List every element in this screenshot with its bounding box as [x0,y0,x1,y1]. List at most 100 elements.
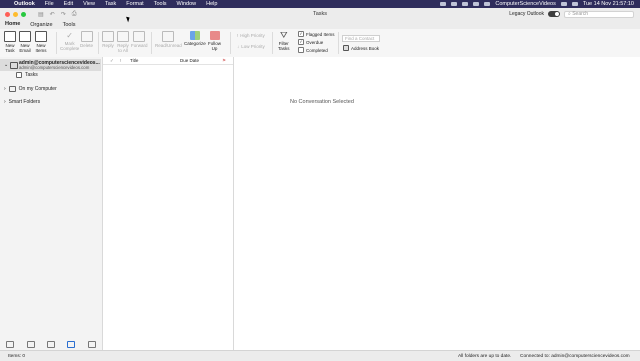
ribbon-divider [338,32,339,54]
search-icon[interactable] [560,2,567,6]
battery-icon[interactable] [484,2,491,6]
menu-app-name[interactable]: Outlook [14,1,35,7]
priority-column-icon[interactable]: ! [120,58,121,63]
quick-access-toolbar: ▤ ↶ ↷ ⎙ [38,11,77,18]
tasks-icon[interactable] [67,341,76,348]
column-due-date[interactable]: Due Date [180,58,199,63]
close-window-button[interactable] [5,11,10,17]
low-priority-icon: ↓ [237,44,240,49]
categorize-button[interactable]: Categorize [184,31,206,46]
sidebar-item-tasks[interactable]: Tasks [16,72,38,78]
new-task-button[interactable]: New Task [4,31,16,53]
address-book-label: Address Book [351,45,380,51]
sync-status: All folders are up to date. [458,353,512,359]
cloud-icon[interactable] [462,2,469,6]
chevron-right-icon[interactable]: › [4,99,6,105]
flag-column-icon[interactable]: ⚑ [222,58,226,64]
read-unread-button[interactable]: Read/Unread [155,31,182,48]
column-title[interactable]: Title [130,58,138,63]
undo-icon[interactable]: ↶ [50,11,55,18]
delete-button[interactable]: Delete [80,31,93,48]
legacy-outlook-switch: Legacy Outlook ⌕ Search [509,10,640,18]
reading-pane: No Conversation Selected [234,57,640,350]
folder-sidebar: ⌄ admin@computersciencevideos... admin@c… [0,57,103,350]
people-icon[interactable] [46,341,55,348]
zoom-window-button[interactable] [21,11,26,17]
mark-complete-button[interactable]: ✓ Mark Complete [60,31,79,51]
forward-label: Forward [131,43,148,48]
ribbon-divider [151,32,152,54]
chevron-right-icon[interactable]: › [4,86,6,92]
menu-format[interactable]: Format [126,1,143,7]
forward-button[interactable]: Forward [131,31,148,48]
menu-status-text[interactable]: ComputerScienceVideos [495,1,555,7]
search-field[interactable]: ⌕ Search [564,10,634,18]
menu-task[interactable]: Task [105,1,116,7]
flagged-items-label: Flagged Items [306,31,335,37]
tasks-folder-icon [16,72,22,78]
funnel-icon: ⛛ [279,30,288,40]
mark-complete-label: Mark Complete [60,41,80,51]
sidebar-item-label: Tasks [25,72,38,78]
complete-column-icon[interactable]: ✓ [110,58,114,64]
status-icon[interactable] [451,2,458,6]
completed-checkbox[interactable]: Completed [298,47,328,53]
reply-all-label: Reply to All [117,43,129,53]
tab-home[interactable]: Home [0,20,26,30]
overdue-checkbox[interactable]: ✓ Overdue [298,39,323,45]
sidebar-item-on-my-computer[interactable]: › On my Computer [4,86,57,92]
new-task-label: New Task [5,43,15,53]
reply-button[interactable]: Reply [102,31,114,48]
low-priority-button[interactable]: ↓ Low Priority [237,44,265,49]
menu-help[interactable]: Help [206,1,217,7]
minimize-window-button[interactable] [13,11,18,17]
address-book-icon [343,45,349,51]
address-book-button[interactable]: Address Book [343,45,379,51]
print-icon[interactable]: ⎙ [72,11,77,18]
ribbon-divider [272,32,273,54]
window-controls [0,11,26,17]
sidebar-item-smart-folders[interactable]: › Smart Folders [4,99,40,105]
notes-icon[interactable] [87,341,96,348]
sidebar-toggle-icon[interactable]: ▤ [38,11,44,18]
control-center-icon[interactable] [571,2,578,6]
tab-tools[interactable]: Tools [58,20,81,29]
filter-tasks-button[interactable]: ⛛ Filter Tasks [278,30,290,52]
reply-all-icon [117,31,129,42]
ribbon-divider [56,32,57,54]
menu-tools[interactable]: Tools [154,1,167,7]
menu-window[interactable]: Window [177,1,197,7]
menu-edit[interactable]: Edit [64,1,73,7]
flagged-items-checkbox[interactable]: ✓ Flagged Items [298,31,335,37]
high-priority-button[interactable]: ! High Priority [237,33,265,38]
reply-all-button[interactable]: Reply to All [117,31,129,53]
status-icon[interactable] [440,2,447,6]
menu-file[interactable]: File [45,1,54,7]
new-email-button[interactable]: New Email [19,31,31,53]
account-email: admin@computersciencevideos.com [19,65,90,70]
follow-up-button[interactable]: Follow Up [208,31,221,51]
clock[interactable]: Tue 14 Nov 21:57:10 [583,1,634,7]
checkbox-checked-icon: ✓ [298,31,304,37]
new-items-button[interactable]: New Items [35,31,47,53]
read-unread-label: Read/Unread [155,43,182,48]
categorize-icon [189,31,200,40]
forward-icon [133,31,146,42]
tab-organize[interactable]: Organize [25,20,57,29]
wifi-icon[interactable] [473,2,480,6]
redo-icon[interactable]: ↷ [61,11,66,18]
chevron-down-icon[interactable]: ⌄ [4,62,8,68]
empty-state-text: No Conversation Selected [290,99,354,105]
open-envelope-icon [162,31,175,42]
calendar-icon[interactable] [26,341,35,348]
legacy-outlook-toggle[interactable] [548,11,560,17]
find-contact-input[interactable]: Find a Contact [342,35,380,42]
sidebar-item-label: Smart Folders [8,99,41,105]
mail-icon[interactable] [6,341,15,348]
status-bar: Items: 0 All folders are up to date. Con… [0,350,640,361]
module-switcher [0,339,103,350]
menu-view[interactable]: View [83,1,95,7]
ribbon-divider [230,32,231,54]
delete-label: Delete [80,43,94,48]
account-row[interactable]: ⌄ admin@computersciencevideos... admin@c… [0,59,101,71]
